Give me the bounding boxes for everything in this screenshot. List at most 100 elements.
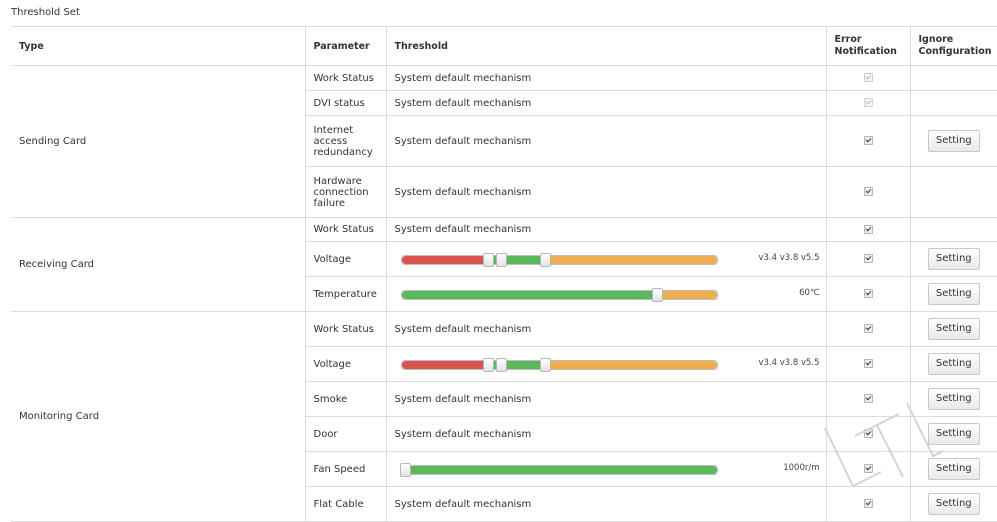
setting-button[interactable]: Setting bbox=[927, 283, 980, 305]
error-notification-checkbox[interactable] bbox=[863, 324, 873, 333]
threshold-slider[interactable] bbox=[400, 253, 718, 267]
parameter-cell: DVI status bbox=[305, 90, 387, 116]
parameter-cell: Flat Cable bbox=[305, 486, 387, 522]
error-notification-cell bbox=[826, 486, 911, 522]
error-notification-checkbox[interactable] bbox=[863, 464, 873, 473]
error-notification-cell bbox=[826, 166, 911, 218]
error-notification-checkbox[interactable] bbox=[863, 254, 873, 263]
range-orange bbox=[544, 256, 717, 264]
parameter-cell: Voltage bbox=[305, 346, 387, 382]
table-row: Sending Card Work Status System default me… bbox=[11, 65, 997, 218]
range-red bbox=[401, 256, 495, 264]
threshold-value: 1000r/m bbox=[783, 463, 820, 473]
table-row: Receiving Card Work Status System default … bbox=[11, 217, 997, 312]
ignore-configuration-cell: Setting bbox=[910, 115, 997, 167]
ignore-configuration-cell: Setting bbox=[910, 381, 997, 417]
threshold-cell: System default mechanism bbox=[386, 115, 827, 167]
error-notification-checkbox[interactable] bbox=[863, 359, 873, 368]
slider-handle[interactable] bbox=[539, 253, 551, 267]
slider-handle[interactable] bbox=[495, 358, 507, 372]
ignore-configuration-cell bbox=[910, 166, 997, 218]
error-notification-checkbox[interactable] bbox=[863, 187, 873, 196]
slider-handle[interactable] bbox=[539, 358, 551, 372]
ignore-configuration-cell bbox=[910, 90, 997, 116]
parameter-cell: Voltage bbox=[305, 241, 387, 277]
header-error-notification: Error Notification bbox=[826, 26, 911, 66]
table-header-row: Type Parameter Threshold Error Notificat… bbox=[11, 26, 997, 66]
ignore-configuration-cell: Setting bbox=[910, 416, 997, 452]
parameter-cell: Door bbox=[305, 416, 387, 452]
threshold-cell: 60℃ bbox=[386, 276, 827, 312]
setting-button[interactable]: Setting bbox=[927, 318, 980, 340]
range-orange bbox=[656, 291, 717, 299]
header-threshold: Threshold bbox=[386, 26, 827, 66]
error-notification-checkbox[interactable] bbox=[863, 499, 873, 508]
error-notification-cell bbox=[826, 276, 911, 312]
slider-handle[interactable] bbox=[399, 463, 411, 477]
slider-handle[interactable] bbox=[651, 288, 663, 302]
threshold-value: v3.4 v3.8 v5.5 bbox=[758, 358, 820, 368]
threshold-cell: 1000r/m bbox=[386, 451, 827, 487]
threshold-slider[interactable] bbox=[400, 358, 718, 372]
ignore-configuration-cell: Setting bbox=[910, 486, 997, 522]
error-notification-cell bbox=[826, 451, 911, 487]
ignore-configuration-cell: Setting bbox=[910, 346, 997, 382]
setting-button[interactable]: Setting bbox=[927, 130, 980, 152]
setting-button[interactable]: Setting bbox=[927, 493, 980, 515]
setting-button[interactable]: Setting bbox=[927, 353, 980, 375]
setting-button[interactable]: Setting bbox=[927, 423, 980, 445]
range-red bbox=[401, 361, 495, 369]
parameter-cell: Hardware connection failure bbox=[305, 166, 387, 218]
type-cell-monitoring-card: Monitoring Card bbox=[11, 311, 306, 522]
table-row: Monitoring Card Work Status System default… bbox=[11, 311, 997, 522]
type-cell-receiving-card: Receiving Card bbox=[11, 217, 306, 312]
setting-button[interactable]: Setting bbox=[927, 388, 980, 410]
error-notification-cell bbox=[826, 381, 911, 417]
threshold-cell: System default mechanism bbox=[386, 166, 827, 218]
parameter-cell: Work Status bbox=[305, 217, 387, 242]
parameter-cell: Work Status bbox=[305, 65, 387, 91]
error-notification-cell bbox=[826, 90, 911, 116]
error-notification-checkbox[interactable] bbox=[863, 429, 873, 438]
error-notification-cell bbox=[826, 416, 911, 452]
slider-handle[interactable] bbox=[483, 253, 495, 267]
threshold-table: Type Parameter Threshold Error Notificat… bbox=[11, 26, 997, 522]
threshold-cell: System default mechanism bbox=[386, 311, 827, 347]
error-notification-cell bbox=[826, 241, 911, 277]
header-type: Type bbox=[11, 26, 306, 66]
header-parameter: Parameter bbox=[305, 26, 387, 66]
setting-button[interactable]: Setting bbox=[927, 248, 980, 270]
parameter-cell: Fan Speed bbox=[305, 451, 387, 487]
page-title: Threshold Set bbox=[11, 7, 80, 18]
threshold-cell: System default mechanism bbox=[386, 486, 827, 522]
threshold-cell: System default mechanism bbox=[386, 416, 827, 452]
slider-handle[interactable] bbox=[483, 358, 495, 372]
error-notification-checkbox[interactable] bbox=[863, 224, 873, 234]
error-notification-checkbox[interactable] bbox=[863, 136, 873, 145]
ignore-configuration-cell: Setting bbox=[910, 276, 997, 312]
slider-handle[interactable] bbox=[495, 253, 507, 267]
header-ignore-configuration: Ignore Configuration bbox=[910, 26, 997, 66]
error-notification-checkbox bbox=[863, 98, 873, 107]
error-notification-checkbox[interactable] bbox=[863, 289, 873, 298]
threshold-cell: System default mechanism bbox=[386, 65, 827, 91]
threshold-cell: System default mechanism bbox=[386, 381, 827, 417]
error-notification-cell bbox=[826, 346, 911, 382]
type-cell-sending-card: Sending Card bbox=[11, 65, 306, 218]
setting-button[interactable]: Setting bbox=[927, 458, 980, 480]
ignore-configuration-cell: Setting bbox=[910, 311, 997, 347]
table-body: Sending Card Work Status System default me… bbox=[11, 65, 997, 522]
threshold-value: 60℃ bbox=[799, 288, 820, 298]
ignore-configuration-cell bbox=[910, 217, 997, 242]
threshold-slider[interactable] bbox=[400, 288, 718, 302]
parameter-cell: Temperature bbox=[305, 276, 387, 312]
parameter-cell: Smoke bbox=[305, 381, 387, 417]
error-notification-cell bbox=[826, 115, 911, 167]
threshold-slider[interactable] bbox=[399, 463, 718, 477]
error-notification-checkbox[interactable] bbox=[863, 394, 873, 403]
threshold-cell: v3.4 v3.8 v5.5 bbox=[386, 241, 827, 277]
range-green bbox=[401, 466, 717, 474]
parameter-cell: Work Status bbox=[305, 311, 387, 347]
threshold-cell: v3.4 v3.8 v5.5 bbox=[386, 346, 827, 382]
ignore-configuration-cell bbox=[910, 65, 997, 91]
